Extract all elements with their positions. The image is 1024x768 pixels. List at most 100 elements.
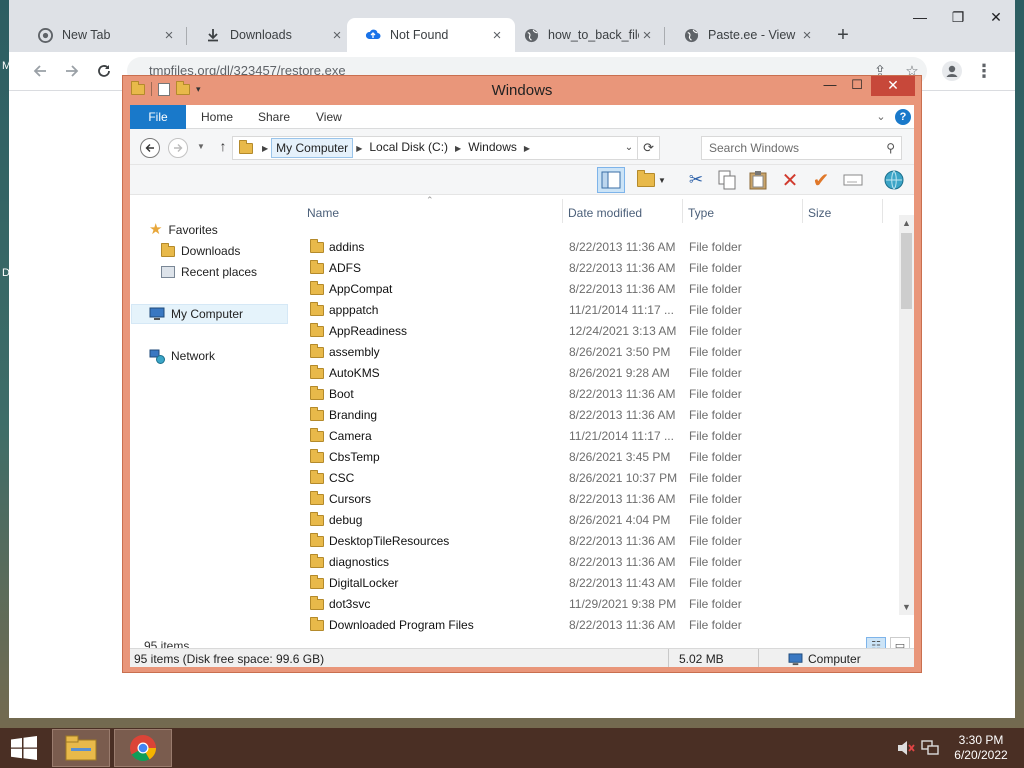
expand-ribbon-icon[interactable]: ⌄ <box>873 109 889 125</box>
table-row[interactable]: debug 8/26/2021 4:04 PM File folder <box>300 510 900 531</box>
forward-button[interactable] <box>168 138 188 158</box>
maximize-button[interactable]: ❐ <box>943 9 973 26</box>
table-row[interactable]: DigitalLocker 8/22/2013 11:43 AM File fold… <box>300 573 900 594</box>
file-name: Cursors <box>329 492 372 506</box>
table-row[interactable]: CbsTemp 8/26/2021 3:45 PM File folder <box>300 447 900 468</box>
nav-downloads[interactable]: Downloads <box>161 241 240 261</box>
nav-label: Recent places <box>181 265 258 279</box>
close-icon[interactable]: × <box>489 27 505 44</box>
table-row[interactable]: DesktopTileResources 8/22/2013 11:36 AM Fi… <box>300 531 900 552</box>
table-row[interactable]: ADFS 8/22/2013 11:36 AM File folder <box>300 258 900 279</box>
minimize-button[interactable]: — <box>817 76 843 96</box>
search-icon[interactable]: ⚲ <box>886 137 895 159</box>
menu-icon[interactable]: ⋮ <box>973 60 995 82</box>
chevron-right-icon[interactable]: ▶ <box>259 144 271 153</box>
close-icon[interactable]: × <box>639 27 655 44</box>
nav-network[interactable]: Network <box>149 346 215 366</box>
close-button[interactable]: ✕ <box>871 76 915 96</box>
table-row[interactable]: Cursors 8/22/2013 11:36 AM File folder <box>300 489 900 510</box>
scroll-up-arrow[interactable]: ▲ <box>899 215 914 231</box>
start-button[interactable] <box>10 736 38 760</box>
tab-view[interactable]: View <box>316 105 342 129</box>
command-bar: ▼ ✂ ✕ ✔ <box>130 165 914 195</box>
tab-new-tab[interactable]: New Tab × <box>19 18 187 52</box>
tab-paste-ee[interactable]: Paste.ee - View p × <box>665 18 825 52</box>
taskbar-file-explorer[interactable] <box>52 729 110 767</box>
table-row[interactable]: Camera 11/21/2014 11:17 ... File folder <box>300 426 900 447</box>
close-icon[interactable]: × <box>161 27 177 44</box>
copy-icon[interactable] <box>713 167 741 193</box>
up-arrow-icon[interactable]: ↑ <box>215 138 231 154</box>
table-row[interactable]: Downloaded Program Files 8/22/2013 11:36 … <box>300 615 900 635</box>
close-icon[interactable]: × <box>329 27 345 44</box>
taskbar-clock[interactable]: 3:30 PM 6/20/2022 <box>948 733 1014 763</box>
network-tray-icon[interactable] <box>921 740 939 759</box>
options-globe-icon[interactable] <box>880 167 908 193</box>
preview-pane-button[interactable] <box>597 167 625 193</box>
maximize-button[interactable]: ☐ <box>844 76 870 96</box>
table-row[interactable]: AppCompat 8/22/2013 11:36 AM File folder <box>300 279 900 300</box>
cut-icon[interactable]: ✂ <box>682 167 710 193</box>
reload-button[interactable] <box>93 60 115 82</box>
table-row[interactable]: Boot 8/22/2013 11:36 AM File folder <box>300 384 900 405</box>
tab-downloads[interactable]: Downloads × <box>187 18 355 52</box>
column-date-modified[interactable]: Date modified <box>568 206 642 220</box>
file-type: File folder <box>689 492 742 506</box>
tab-file[interactable]: File <box>130 105 186 129</box>
tab-share[interactable]: Share <box>258 105 290 129</box>
file-list: ⌃ Name Date modified Type Size addins 8/2… <box>300 195 914 635</box>
new-tab-button[interactable]: + <box>833 25 853 46</box>
vertical-scrollbar[interactable]: ▲ ▼ <box>899 215 914 615</box>
help-icon[interactable]: ? <box>895 109 911 125</box>
breadcrumb-my-computer[interactable]: My Computer <box>271 138 354 158</box>
nav-recent-places[interactable]: Recent places <box>161 262 257 282</box>
volume-muted-icon[interactable] <box>897 740 915 759</box>
profile-icon[interactable] <box>941 60 963 82</box>
forward-button[interactable] <box>61 60 83 82</box>
chevron-right-icon[interactable]: ▶ <box>353 144 365 153</box>
nav-favorites[interactable]: ★ Favorites <box>149 220 218 240</box>
breadcrumb-windows[interactable]: Windows <box>464 138 521 158</box>
column-size[interactable]: Size <box>808 206 831 220</box>
nav-my-computer[interactable]: My Computer <box>131 304 288 324</box>
file-date: 8/22/2013 11:36 AM <box>569 534 676 548</box>
column-type[interactable]: Type <box>688 206 714 220</box>
chevron-right-icon[interactable]: ▶ <box>521 144 533 153</box>
table-row[interactable]: apppatch 11/21/2014 11:17 ... File folder <box>300 300 900 321</box>
close-icon[interactable]: × <box>799 27 815 44</box>
chevron-right-icon[interactable]: ▶ <box>452 144 464 153</box>
table-row[interactable]: addins 8/22/2013 11:36 AM File folder <box>300 237 900 258</box>
back-button[interactable] <box>140 138 160 158</box>
search-input[interactable]: Search Windows ⚲ <box>701 136 902 160</box>
table-row[interactable]: diagnostics 8/22/2013 11:36 AM File folder <box>300 552 900 573</box>
table-row[interactable]: AutoKMS 8/26/2021 9:28 AM File folder <box>300 363 900 384</box>
paste-icon[interactable] <box>744 167 772 193</box>
table-row[interactable]: dot3svc 11/29/2021 9:38 PM File folder <box>300 594 900 615</box>
scroll-thumb[interactable] <box>901 233 912 309</box>
checkmark-icon[interactable]: ✔ <box>807 167 835 193</box>
arrow-left-icon <box>33 65 46 77</box>
rename-icon[interactable] <box>839 167 867 193</box>
table-row[interactable]: AppReadiness 12/24/2021 3:13 AM File folde… <box>300 321 900 342</box>
ribbon: File Home Share View ⌄ ? <box>130 105 914 129</box>
table-row[interactable]: Branding 8/22/2013 11:36 AM File folder <box>300 405 900 426</box>
tab-how-to-back-files[interactable]: how_to_back_files × <box>505 18 665 52</box>
recent-locations-icon[interactable]: ▼ <box>193 139 209 155</box>
minimize-button[interactable]: — <box>905 9 935 25</box>
folder-icon <box>310 554 324 568</box>
column-name[interactable]: Name <box>307 206 339 220</box>
refresh-icon[interactable]: ⟳ <box>638 140 659 156</box>
close-window-button[interactable]: ✕ <box>981 9 1011 26</box>
address-dropdown-icon[interactable]: ⌄ <box>621 137 639 159</box>
address-bar[interactable]: ▶ My Computer ▶ Local Disk (C:) ▶ Window… <box>232 136 660 160</box>
delete-icon[interactable]: ✕ <box>776 167 804 193</box>
table-row[interactable]: assembly 8/26/2021 3:50 PM File folder <box>300 342 900 363</box>
table-row[interactable]: CSC 8/26/2021 10:37 PM File folder <box>300 468 900 489</box>
breadcrumb-local-disk[interactable]: Local Disk (C:) <box>365 138 452 158</box>
tab-home[interactable]: Home <box>201 105 233 129</box>
back-button[interactable] <box>29 60 51 82</box>
tab-not-found[interactable]: Not Found × <box>347 18 515 52</box>
scroll-down-arrow[interactable]: ▼ <box>899 599 914 615</box>
dropdown-icon[interactable]: ▼ <box>656 167 668 193</box>
taskbar-chrome[interactable] <box>114 729 172 767</box>
